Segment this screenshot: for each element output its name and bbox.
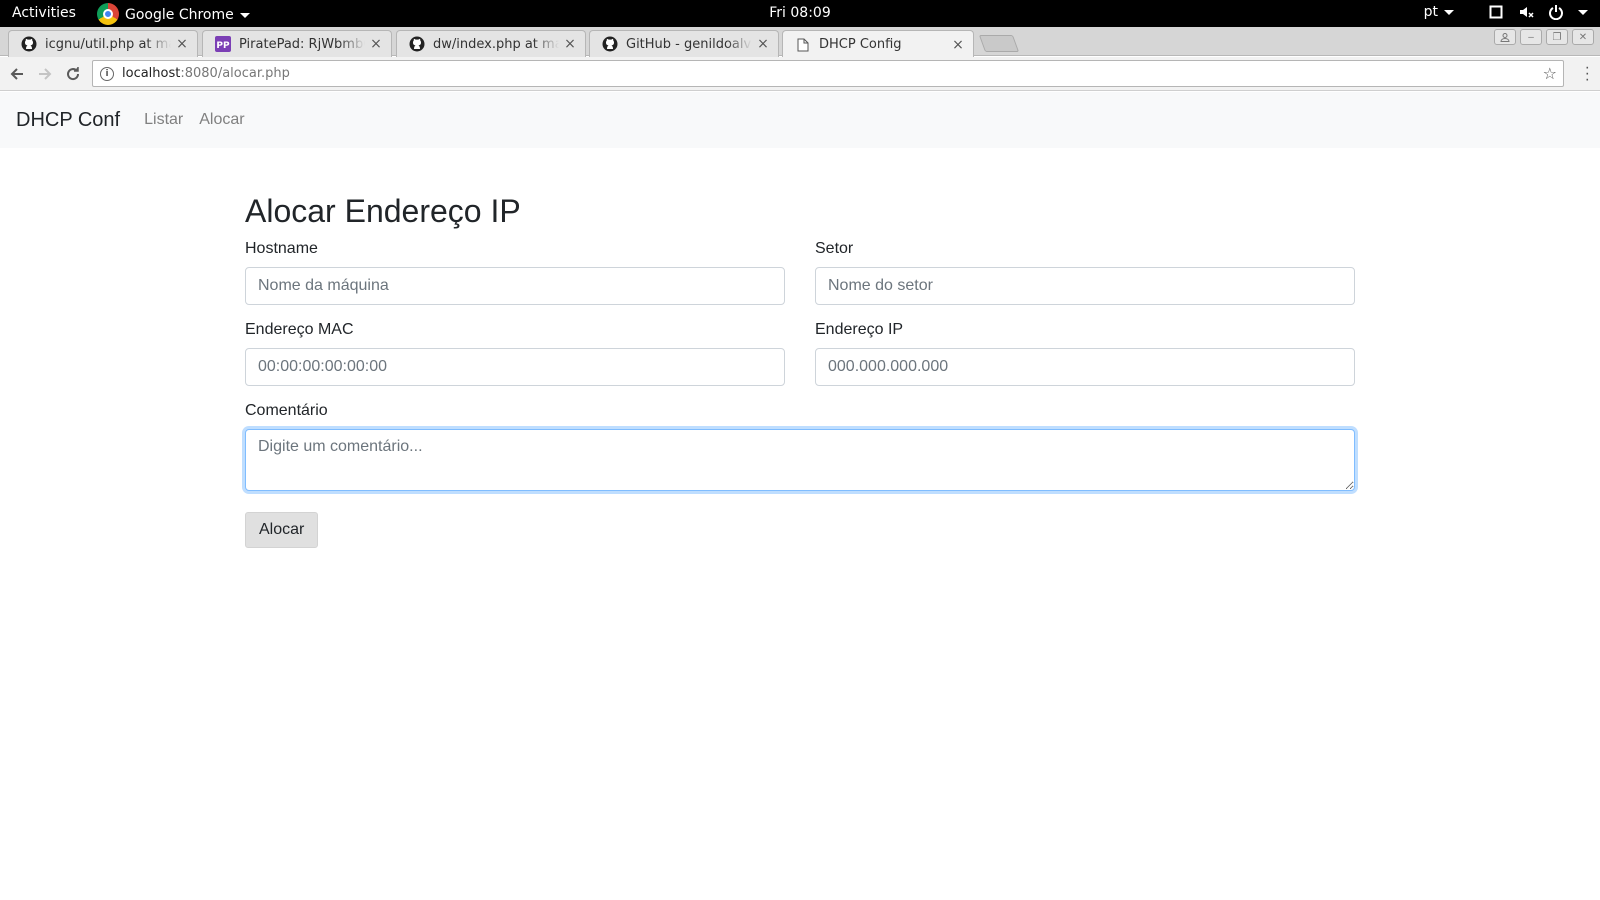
url-path: :8080/alocar.php — [180, 66, 290, 81]
tab-strip: icgnu/util.php at master × PP PiratePad:… — [0, 27, 1600, 58]
close-icon[interactable]: × — [951, 38, 965, 52]
form-container: Alocar Endereço IP Hostname Setor Endere… — [245, 193, 1355, 548]
system-top-bar: Activities Google Chrome Fri 08:09 pt — [0, 0, 1600, 27]
close-icon[interactable]: × — [756, 37, 770, 51]
minimize-button[interactable]: – — [1520, 29, 1542, 45]
nav-link-listar[interactable]: Listar — [144, 111, 183, 129]
github-icon — [21, 36, 37, 52]
comentario-label: Comentário — [245, 402, 328, 419]
piratepad-icon: PP — [215, 36, 231, 52]
volume-muted-icon[interactable] — [1518, 4, 1534, 20]
close-window-button[interactable]: ✕ — [1572, 29, 1594, 45]
tab-title: GitHub - genildoalves — [626, 36, 752, 52]
profile-icon[interactable] — [1494, 29, 1516, 45]
alocar-button[interactable]: Alocar — [245, 512, 319, 548]
hostname-group: Hostname — [245, 240, 785, 305]
info-icon[interactable]: i — [100, 66, 114, 81]
comentario-textarea[interactable] — [245, 429, 1355, 491]
chevron-down-icon — [1444, 9, 1454, 15]
tab-title: icgnu/util.php at master — [45, 36, 171, 52]
page-navbar: DHCP Conf Listar Alocar — [0, 92, 1600, 148]
tab-title: dw/index.php at master — [433, 36, 559, 52]
more-menu-icon[interactable]: · · · — [1585, 60, 1590, 88]
browser-tab[interactable]: PP PiratePad: RjWbmbCr × — [202, 30, 392, 57]
comentario-group: Comentário — [245, 402, 1355, 496]
ip-input[interactable] — [815, 348, 1355, 386]
setor-group: Setor — [815, 240, 1355, 305]
form-row: Endereço MAC Endereço IP — [245, 321, 1355, 402]
browser-tab[interactable]: dw/index.php at master × — [396, 30, 586, 57]
close-icon[interactable]: × — [563, 37, 577, 51]
bookmark-star-icon[interactable]: ☆ — [1543, 64, 1557, 83]
mac-label: Endereço MAC — [245, 321, 354, 338]
back-arrow-icon[interactable] — [6, 63, 28, 85]
system-tray: pt — [1424, 4, 1588, 20]
mac-group: Endereço MAC — [245, 321, 785, 386]
language-selector[interactable]: pt — [1424, 4, 1454, 20]
language-label: pt — [1423, 4, 1438, 20]
new-tab-button[interactable] — [978, 35, 1020, 52]
clock[interactable]: Fri 08:09 — [0, 5, 1600, 21]
close-icon[interactable]: × — [369, 37, 383, 51]
navbar-brand[interactable]: DHCP Conf — [16, 109, 120, 132]
chevron-down-icon[interactable] — [1578, 9, 1588, 15]
github-icon — [409, 36, 425, 52]
ip-label: Endereço IP — [815, 321, 904, 338]
page-icon — [795, 37, 811, 53]
github-icon — [602, 36, 618, 52]
window-icon[interactable] — [1488, 4, 1504, 20]
url-host: localhost — [122, 66, 181, 81]
mac-input[interactable] — [245, 348, 785, 386]
browser-tab-active[interactable]: DHCP Config × — [782, 30, 974, 58]
power-icon[interactable] — [1548, 4, 1564, 20]
tab-title: DHCP Config — [819, 37, 902, 52]
address-bar[interactable]: i localhost :8080/alocar.php ☆ — [92, 60, 1564, 87]
maximize-button[interactable]: ❐ — [1546, 29, 1568, 45]
browser-tab[interactable]: GitHub - genildoalves × — [589, 30, 779, 57]
setor-input[interactable] — [815, 267, 1355, 305]
tab-title: PiratePad: RjWbmbCr — [239, 36, 365, 52]
browser-toolbar: i localhost :8080/alocar.php ☆ · · · — [0, 57, 1600, 91]
reload-icon[interactable] — [62, 63, 84, 85]
hostname-label: Hostname — [245, 240, 318, 257]
nav-link-alocar[interactable]: Alocar — [199, 111, 244, 129]
form-row: Hostname Setor — [245, 240, 1355, 321]
forward-arrow-icon[interactable] — [34, 63, 56, 85]
hostname-input[interactable] — [245, 267, 785, 305]
close-icon[interactable]: × — [175, 37, 189, 51]
setor-label: Setor — [815, 240, 854, 257]
window-controls: – ❐ ✕ — [1494, 29, 1594, 45]
ip-group: Endereço IP — [815, 321, 1355, 386]
svg-text:PP: PP — [216, 41, 230, 51]
page-title: Alocar Endereço IP — [245, 193, 521, 229]
browser-tab[interactable]: icgnu/util.php at master × — [8, 30, 198, 57]
